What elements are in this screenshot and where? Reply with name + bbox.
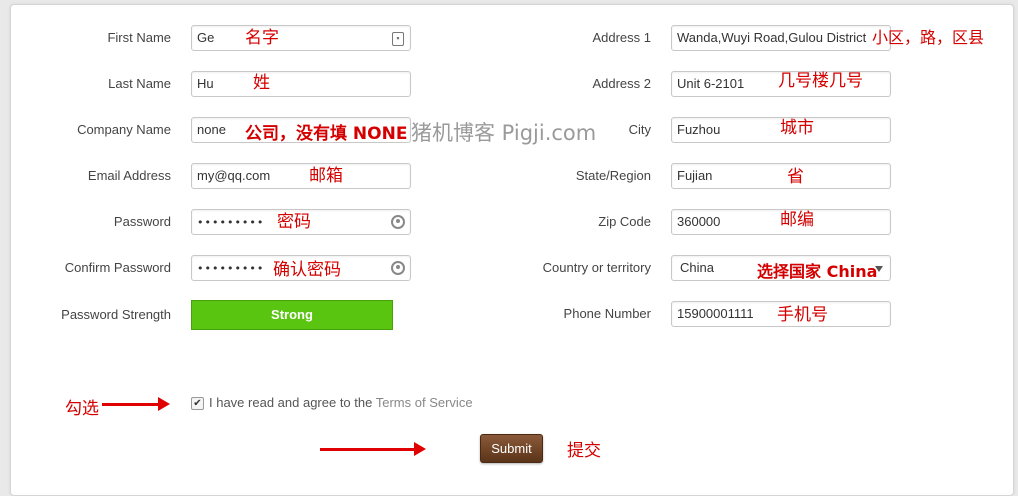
password-label: Password <box>113 214 171 229</box>
contact-card-icon: ▪ <box>392 32 404 46</box>
annotation-address1: 小区，路，区县 <box>872 28 985 47</box>
annotation-confirm-password: 确认密码 <box>273 260 341 280</box>
first-name-label: First Name <box>107 30 171 45</box>
address1-label: Address 1 <box>592 30 651 45</box>
password-strength-label: Password Strength <box>61 307 171 322</box>
password-value: ••••••••• <box>197 216 265 229</box>
annotation-state: 省 <box>787 167 804 187</box>
address2-label: Address 2 <box>592 76 651 91</box>
state-label: State/Region <box>575 168 651 183</box>
address1-input[interactable]: Wanda,Wuyi Road,Gulou District <box>671 25 891 51</box>
annotation-company: 公司，没有填 NONE <box>245 124 408 144</box>
password-key-icon <box>391 261 405 275</box>
first-name-input[interactable]: Ge ▪ <box>191 25 411 51</box>
annotation-password: 密码 <box>277 212 311 232</box>
zip-label: Zip Code <box>598 214 651 229</box>
submit-button[interactable]: Submit <box>480 434 543 463</box>
arrow-right-icon <box>320 442 426 456</box>
agree-label: I have read and agree to the <box>209 395 373 410</box>
country-value: China <box>680 260 714 275</box>
annotation-address2: 几号楼几号 <box>778 71 863 91</box>
arrow-right-icon <box>102 397 170 411</box>
confirm-password-label: Confirm Password <box>64 260 171 275</box>
annotation-check: 勾选 <box>65 399 99 419</box>
email-label: Email Address <box>87 168 171 183</box>
annotation-email: 邮箱 <box>309 166 343 186</box>
company-name-label: Company Name <box>77 122 171 137</box>
annotation-first-name: 名字 <box>245 28 279 48</box>
annotation-last-name: 姓 <box>253 73 270 93</box>
annotation-city: 城市 <box>780 118 814 138</box>
email-input[interactable]: my@qq.com <box>191 163 411 189</box>
watermark: 猪机博客 Pigji.com <box>411 121 597 145</box>
annotation-country: 选择国家 China <box>757 262 878 281</box>
country-label: Country or territory <box>542 260 651 275</box>
password-key-icon <box>391 215 405 229</box>
agree-text: I have read and agree to the Terms of Se… <box>209 394 473 412</box>
confirm-password-value: ••••••••• <box>197 262 265 275</box>
annotation-zip: 邮编 <box>780 210 814 230</box>
terms-link[interactable]: Terms of Service <box>376 395 473 410</box>
phone-label: Phone Number <box>563 306 651 321</box>
last-name-input[interactable]: Hu <box>191 71 411 97</box>
annotation-submit: 提交 <box>567 441 601 461</box>
password-strength-meter: Strong <box>191 300 393 330</box>
agree-checkbox[interactable]: ✔ <box>191 397 204 410</box>
first-name-value: Ge <box>197 30 215 45</box>
annotation-phone: 手机号 <box>777 305 828 325</box>
state-input[interactable]: Fujian <box>671 163 891 189</box>
last-name-label: Last Name <box>108 76 171 91</box>
